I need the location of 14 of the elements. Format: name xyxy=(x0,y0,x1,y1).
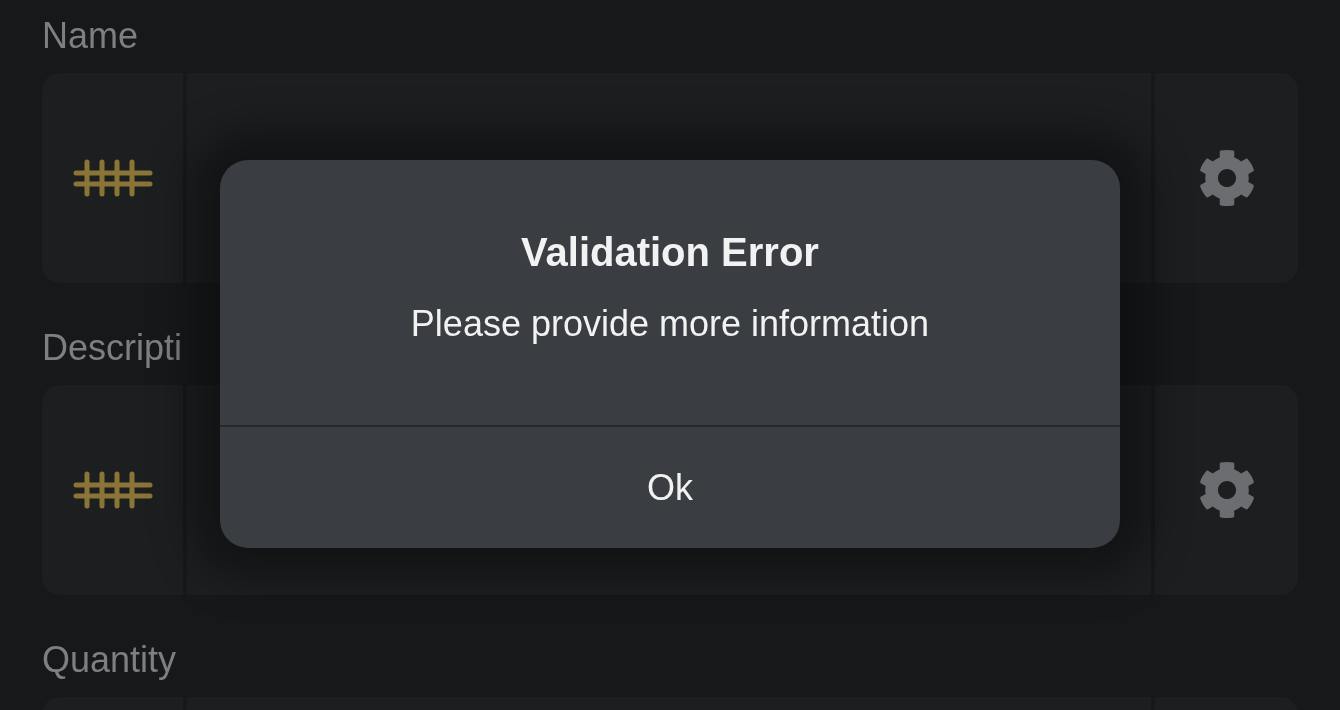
settings-icon xyxy=(1197,461,1256,519)
tally-icon xyxy=(72,470,153,510)
settings-cell[interactable] xyxy=(1155,385,1298,595)
tally-icon xyxy=(72,158,153,198)
dialog-message: Please provide more information xyxy=(410,302,930,346)
icon-cell[interactable] xyxy=(42,385,183,595)
field-label: Quantity xyxy=(42,638,177,682)
icon-cell[interactable] xyxy=(42,73,183,283)
settings-icon xyxy=(1197,149,1256,207)
dialog-title: Validation Error xyxy=(521,229,819,276)
ok-button[interactable]: Ok xyxy=(220,427,1120,548)
settings-cell[interactable] xyxy=(1155,73,1298,283)
field-label: Name xyxy=(42,14,139,58)
field-label: Descripti xyxy=(42,326,183,370)
